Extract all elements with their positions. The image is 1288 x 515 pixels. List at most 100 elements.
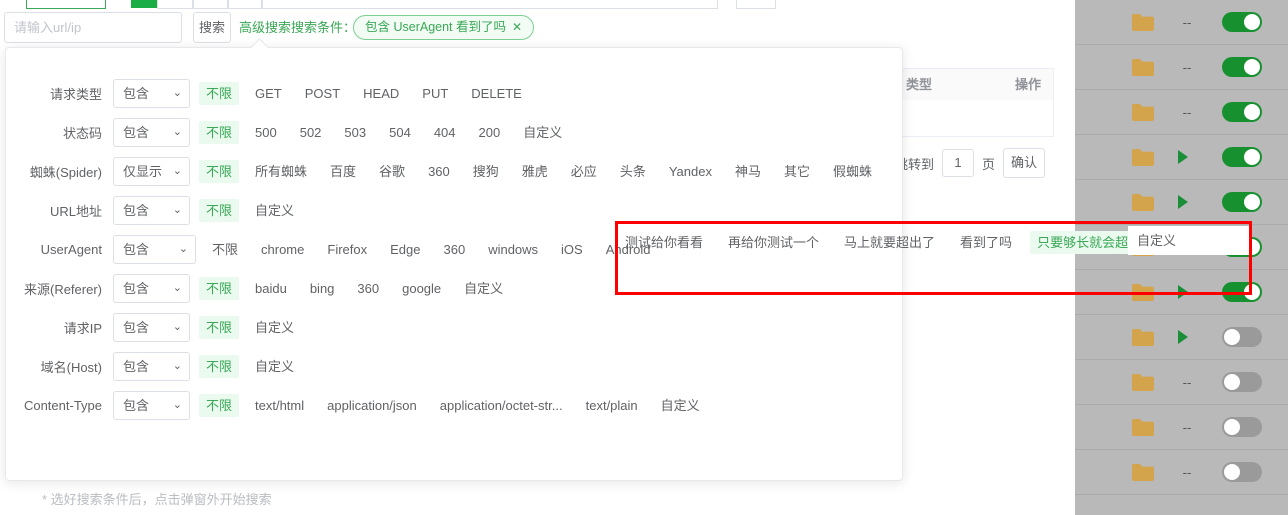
filter-option[interactable]: 自定义 xyxy=(457,277,510,300)
filter-option[interactable]: 自定义 xyxy=(248,355,301,378)
filter-option[interactable]: 百度 xyxy=(323,160,363,183)
filter-option[interactable]: application/octet-str... xyxy=(433,394,570,417)
filter-option[interactable]: 不限 xyxy=(199,160,240,183)
filter-option[interactable]: iOS xyxy=(554,238,590,261)
right-list-row[interactable]: -- xyxy=(1075,405,1288,450)
filter-match-select[interactable]: 包含 ⌄ xyxy=(113,79,190,108)
row-toggle-switch[interactable] xyxy=(1222,282,1262,302)
row-toggle-switch[interactable] xyxy=(1222,192,1262,212)
filter-option[interactable]: 504 xyxy=(382,121,418,144)
top-tab-active[interactable] xyxy=(131,0,157,8)
filter-option[interactable]: 不限 xyxy=(199,121,240,144)
filter-option[interactable]: Firefox xyxy=(320,238,374,261)
useragent-custom-option[interactable]: 自定义 xyxy=(1128,226,1250,255)
play-icon[interactable] xyxy=(1178,330,1188,344)
filter-option[interactable]: HEAD xyxy=(356,82,406,105)
filter-option[interactable]: application/json xyxy=(320,394,424,417)
right-list-row[interactable]: -- xyxy=(1075,450,1288,495)
filter-option[interactable]: 自定义 xyxy=(248,316,301,339)
useragent-overflow-option[interactable]: 测试给你看看 xyxy=(618,231,710,254)
row-toggle-switch[interactable] xyxy=(1222,462,1262,482)
url-ip-input[interactable]: 请输入url/ip xyxy=(4,12,182,43)
filter-option[interactable]: 200 xyxy=(472,121,508,144)
useragent-overflow-option[interactable]: 再给你测试一个 xyxy=(721,231,826,254)
advanced-search-label[interactable]: 高级搜索搜索条件： xyxy=(239,12,356,43)
filter-option[interactable]: 不限 xyxy=(199,355,240,378)
filter-option[interactable]: text/plain xyxy=(579,394,645,417)
top-input-wide[interactable] xyxy=(262,0,718,9)
row-toggle-switch[interactable] xyxy=(1222,147,1262,167)
filter-option[interactable]: 不限 xyxy=(205,238,245,261)
filter-option[interactable]: 谷歌 xyxy=(372,160,412,183)
filter-match-select[interactable]: 包含 ⌄ xyxy=(113,235,196,264)
filter-option[interactable]: 神马 xyxy=(728,160,768,183)
right-list-row[interactable] xyxy=(1075,270,1288,315)
filter-option[interactable]: 360 xyxy=(350,277,386,300)
top-tab-3[interactable] xyxy=(193,0,228,9)
row-toggle-switch[interactable] xyxy=(1222,57,1262,77)
filter-option[interactable]: PUT xyxy=(415,82,455,105)
close-icon[interactable]: ✕ xyxy=(512,20,522,34)
row-toggle-switch[interactable] xyxy=(1222,327,1262,347)
filter-option[interactable]: 不限 xyxy=(199,277,240,300)
filter-option[interactable]: POST xyxy=(298,82,347,105)
filter-option[interactable]: 雅虎 xyxy=(515,160,555,183)
filter-option[interactable]: 不限 xyxy=(199,394,240,417)
filter-option[interactable]: 必应 xyxy=(564,160,604,183)
pager-confirm-button[interactable]: 确认 xyxy=(1003,148,1046,178)
useragent-overflow-option[interactable]: 看到了吗 xyxy=(953,231,1019,254)
filter-option[interactable]: 500 xyxy=(248,121,284,144)
filter-match-select[interactable]: 包含 ⌄ xyxy=(113,391,190,420)
row-toggle-switch[interactable] xyxy=(1222,372,1262,392)
right-list-row[interactable]: -- xyxy=(1075,45,1288,90)
right-list-row[interactable] xyxy=(1075,135,1288,180)
right-list-row[interactable]: -- xyxy=(1075,0,1288,45)
row-toggle-switch[interactable] xyxy=(1222,102,1262,122)
filter-option[interactable]: bing xyxy=(303,277,342,300)
filter-match-select[interactable]: 包含 ⌄ xyxy=(113,196,190,225)
filter-option[interactable]: 503 xyxy=(337,121,373,144)
filter-option[interactable]: chrome xyxy=(254,238,311,261)
filter-option[interactable]: 502 xyxy=(293,121,329,144)
filter-option[interactable]: DELETE xyxy=(464,82,529,105)
condition-tag[interactable]: 包含 UserAgent 看到了吗 ✕ xyxy=(353,15,535,40)
right-list-row[interactable] xyxy=(1075,315,1288,360)
search-button[interactable]: 搜索 xyxy=(193,12,231,43)
row-toggle-switch[interactable] xyxy=(1222,12,1262,32)
filter-option[interactable]: google xyxy=(395,277,448,300)
filter-option[interactable]: 搜狗 xyxy=(466,160,506,183)
filter-match-select[interactable]: 包含 ⌄ xyxy=(113,274,190,303)
play-icon[interactable] xyxy=(1178,150,1188,164)
filter-option[interactable]: 所有蜘蛛 xyxy=(248,160,314,183)
top-green-outline-box[interactable] xyxy=(26,0,106,9)
filter-option[interactable]: Edge xyxy=(383,238,427,261)
filter-option[interactable]: 不限 xyxy=(199,82,240,105)
filter-option[interactable]: 假蜘蛛 xyxy=(826,160,879,183)
filter-option[interactable]: baidu xyxy=(248,277,294,300)
play-icon[interactable] xyxy=(1178,285,1188,299)
filter-option[interactable]: 404 xyxy=(427,121,463,144)
filter-option[interactable]: GET xyxy=(248,82,289,105)
top-tab-4[interactable] xyxy=(228,0,262,9)
top-tab-2[interactable] xyxy=(157,0,193,9)
filter-option[interactable]: windows xyxy=(481,238,545,261)
top-button-right[interactable] xyxy=(736,0,776,9)
row-toggle-switch[interactable] xyxy=(1222,417,1262,437)
filter-match-select[interactable]: 包含 ⌄ xyxy=(113,118,190,147)
right-list-row[interactable] xyxy=(1075,180,1288,225)
filter-option[interactable]: 360 xyxy=(421,160,457,183)
filter-option[interactable]: 其它 xyxy=(777,160,817,183)
play-icon[interactable] xyxy=(1178,195,1188,209)
pager-page-input[interactable]: 1 xyxy=(942,149,975,177)
filter-option[interactable]: Yandex xyxy=(662,160,719,183)
filter-option[interactable]: 自定义 xyxy=(248,199,301,222)
filter-match-select[interactable]: 包含 ⌄ xyxy=(113,352,190,381)
right-list-row[interactable]: -- xyxy=(1075,90,1288,135)
right-list-row[interactable]: -- xyxy=(1075,360,1288,405)
filter-option[interactable]: 360 xyxy=(436,238,472,261)
filter-option[interactable]: text/html xyxy=(248,394,311,417)
filter-option[interactable]: 不限 xyxy=(199,199,240,222)
filter-option[interactable]: 头条 xyxy=(613,160,653,183)
filter-option[interactable]: 自定义 xyxy=(516,121,569,144)
filter-match-select[interactable]: 仅显示 ⌄ xyxy=(113,157,190,186)
